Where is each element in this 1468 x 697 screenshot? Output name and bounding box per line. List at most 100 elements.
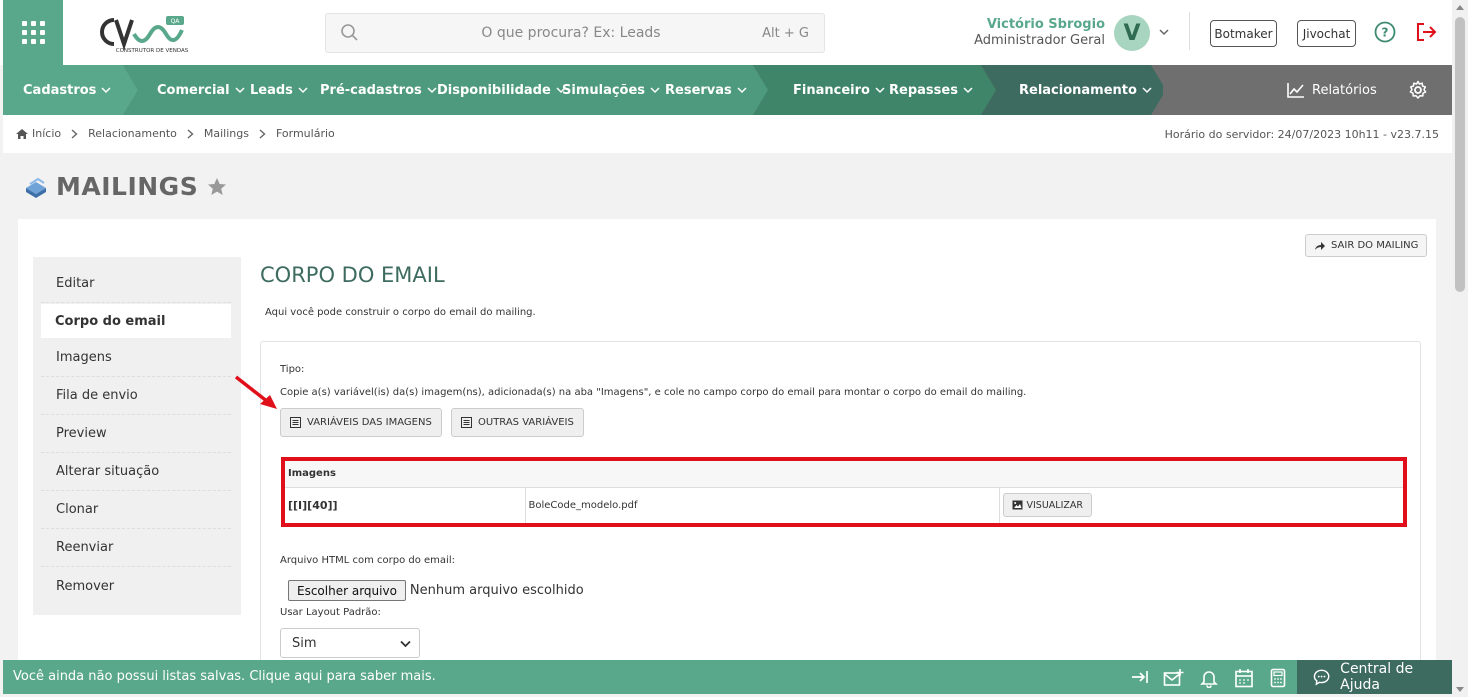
layout-select[interactable]: Sim (280, 628, 420, 658)
grid-icon (21, 21, 45, 44)
nav-pre-cadastros[interactable]: Pré-cadastros (320, 65, 437, 115)
sidebar-item-imagens[interactable]: Imagens (41, 339, 231, 377)
section-title: CORPO DO EMAIL (260, 263, 445, 287)
global-search[interactable]: Alt + G (325, 13, 825, 53)
chevron-down-icon (101, 87, 111, 94)
bell-icon[interactable] (1200, 668, 1218, 688)
breadcrumb-formulario: Formulário (275, 127, 335, 140)
chart-line-icon (1287, 83, 1304, 98)
image-variable-cell[interactable]: [[I][40]] (285, 487, 526, 523)
nav-comercial[interactable]: Comercial (157, 65, 245, 115)
chevron-down-icon (427, 87, 437, 94)
sidebar-item-reenviar[interactable]: Reenviar (41, 529, 231, 567)
nav-label: Reservas (665, 82, 732, 98)
svg-text:QA: QA (171, 18, 181, 25)
section-subtitle: Aqui você pode construir o corpo do emai… (265, 307, 536, 318)
sidebar-item-corpo-do-email[interactable]: Corpo do email (41, 304, 231, 338)
image-action-cell: VISUALIZAR (999, 487, 1403, 523)
user-name[interactable]: Victório Sbrogio (940, 17, 1105, 32)
collapse-arrow-icon[interactable] (1130, 668, 1150, 686)
nav-relatorios[interactable]: Relatórios (1286, 65, 1377, 115)
chat-bubble-icon (1313, 669, 1330, 686)
scroll-down-arrow-icon[interactable] (1456, 687, 1464, 692)
nav-disponibilidade[interactable]: Disponibilidade (437, 65, 566, 115)
nav-repasses[interactable]: Repasses (889, 65, 973, 115)
sidebar-item-clonar[interactable]: Clonar (41, 491, 231, 529)
help-icon[interactable]: ? (1374, 21, 1396, 43)
sidebar-item-remover[interactable]: Remover (41, 567, 231, 605)
star-icon[interactable] (206, 176, 228, 198)
chevron-right-icon (187, 128, 194, 139)
nav-financeiro[interactable]: Financeiro (793, 65, 885, 115)
sidebar-item-alterar-situacao[interactable]: Alterar situação (41, 453, 231, 491)
nav-label: Pré-cadastros (320, 82, 422, 98)
scroll-thumb[interactable] (1455, 17, 1465, 292)
sidebar-item-fila-de-envio[interactable]: Fila de envio (41, 377, 231, 415)
choose-file-button[interactable]: Escolher arquivo (288, 580, 406, 601)
breadcrumb-relacionamento[interactable]: Relacionamento (88, 127, 177, 140)
image-variables-button[interactable]: VARIÁVEIS DAS IMAGENS (280, 408, 442, 437)
other-variables-label: OUTRAS VARIÁVEIS (478, 417, 574, 428)
mail-stack-icon (26, 177, 46, 198)
gear-icon[interactable] (1408, 80, 1428, 100)
cv-logo[interactable]: QA CONSTRUTOR DE VENDAS (96, 14, 189, 54)
chevron-down-icon (235, 87, 245, 94)
nav-reservas[interactable]: Reservas (665, 65, 747, 115)
user-role: Administrador Geral (974, 33, 1105, 48)
home-icon[interactable] (15, 128, 29, 140)
annotation-arrow-icon (234, 375, 277, 409)
list-icon (461, 417, 472, 428)
search-shortcut: Alt + G (762, 26, 809, 41)
jivochat-button[interactable]: Jivochat (1297, 20, 1356, 47)
nav-label: Relatórios (1312, 82, 1377, 98)
vertical-scrollbar[interactable] (1452, 0, 1468, 697)
nav-cadastros[interactable]: Cadastros (23, 65, 111, 115)
calculator-icon[interactable] (1269, 668, 1287, 688)
header-divider (1189, 12, 1190, 50)
svg-text:CONSTRUTOR DE VENDAS: CONSTRUTOR DE VENDAS (116, 48, 188, 54)
saved-lists-message[interactable]: Você ainda não possui listas salvas. Cli… (13, 669, 436, 684)
chevron-right-icon (259, 128, 266, 139)
exit-mailing-button[interactable]: SAIR DO MAILING (1305, 234, 1428, 257)
nav-leads[interactable]: Leads (250, 65, 308, 115)
content-card: Editar Corpo do email Imagens Fila de en… (18, 219, 1436, 681)
server-time: Horário do servidor: 24/07/2023 10h11 - … (1164, 128, 1439, 141)
calendar-icon[interactable] (1234, 668, 1254, 688)
chevron-down-icon (1142, 87, 1152, 94)
avatar[interactable]: V (1114, 15, 1150, 51)
nav-relacionamento[interactable]: Relacionamento (1019, 65, 1152, 115)
help-center-button[interactable]: Central de Ajuda (1297, 660, 1452, 694)
mailing-sidebar: Editar Corpo do email Imagens Fila de en… (33, 257, 241, 615)
scroll-up-arrow-icon[interactable] (1456, 5, 1464, 10)
nav-label: Repasses (889, 82, 958, 98)
mail-add-icon[interactable] (1163, 668, 1185, 688)
breadcrumb: Início Relacionamento Mailings Formulári… (15, 127, 335, 140)
visualize-button[interactable]: VISUALIZAR (1002, 493, 1092, 518)
nav-simulacoes[interactable]: Simulações (562, 65, 660, 115)
breadcrumb-inicio[interactable]: Início (32, 127, 61, 140)
chevron-down-icon[interactable] (1158, 26, 1170, 38)
page-title-block: MAILINGS (24, 172, 228, 201)
bottom-bar: Você ainda não possui listas salvas. Cli… (3, 660, 1452, 694)
help-center-label: Central de Ajuda (1340, 661, 1414, 693)
nav-label: Financeiro (793, 82, 870, 98)
nav-label: Comercial (157, 82, 230, 98)
images-table-highlight: Imagens [[I][40]] BoleCode_modelo.pdf VI… (281, 457, 1407, 527)
search-input[interactable] (376, 14, 726, 52)
html-file-label: Arquivo HTML com corpo do email: (280, 555, 455, 566)
chevron-down-icon (650, 87, 660, 94)
breadcrumb-mailings[interactable]: Mailings (204, 127, 249, 140)
nav-label: Cadastros (23, 82, 97, 98)
sidebar-item-editar[interactable]: Editar (41, 265, 231, 303)
sidebar-item-preview[interactable]: Preview (41, 415, 231, 453)
svg-text:?: ? (1382, 26, 1389, 40)
list-icon (290, 417, 301, 428)
logout-icon[interactable] (1414, 21, 1438, 43)
other-variables-button[interactable]: OUTRAS VARIÁVEIS (451, 408, 584, 437)
top-header: QA CONSTRUTOR DE VENDAS Alt + G Victório… (0, 0, 1452, 65)
search-icon (341, 24, 358, 41)
chevron-down-icon (963, 87, 973, 94)
file-status: Nenhum arquivo escolhido (409, 583, 584, 598)
botmaker-button[interactable]: Botmaker (1210, 20, 1277, 47)
apps-menu-button[interactable] (3, 0, 63, 65)
